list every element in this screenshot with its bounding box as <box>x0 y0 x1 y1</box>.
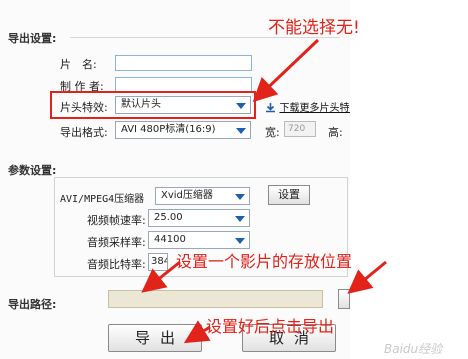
arrow-to-export-button <box>183 320 211 344</box>
arrow-to-intro-effect <box>252 38 320 103</box>
baidu-watermark: Baidu经验 <box>384 342 443 356</box>
annotation-arrows <box>141 38 387 344</box>
arrow-to-export-path <box>141 260 181 293</box>
arrow-to-browse-button <box>347 260 387 294</box>
